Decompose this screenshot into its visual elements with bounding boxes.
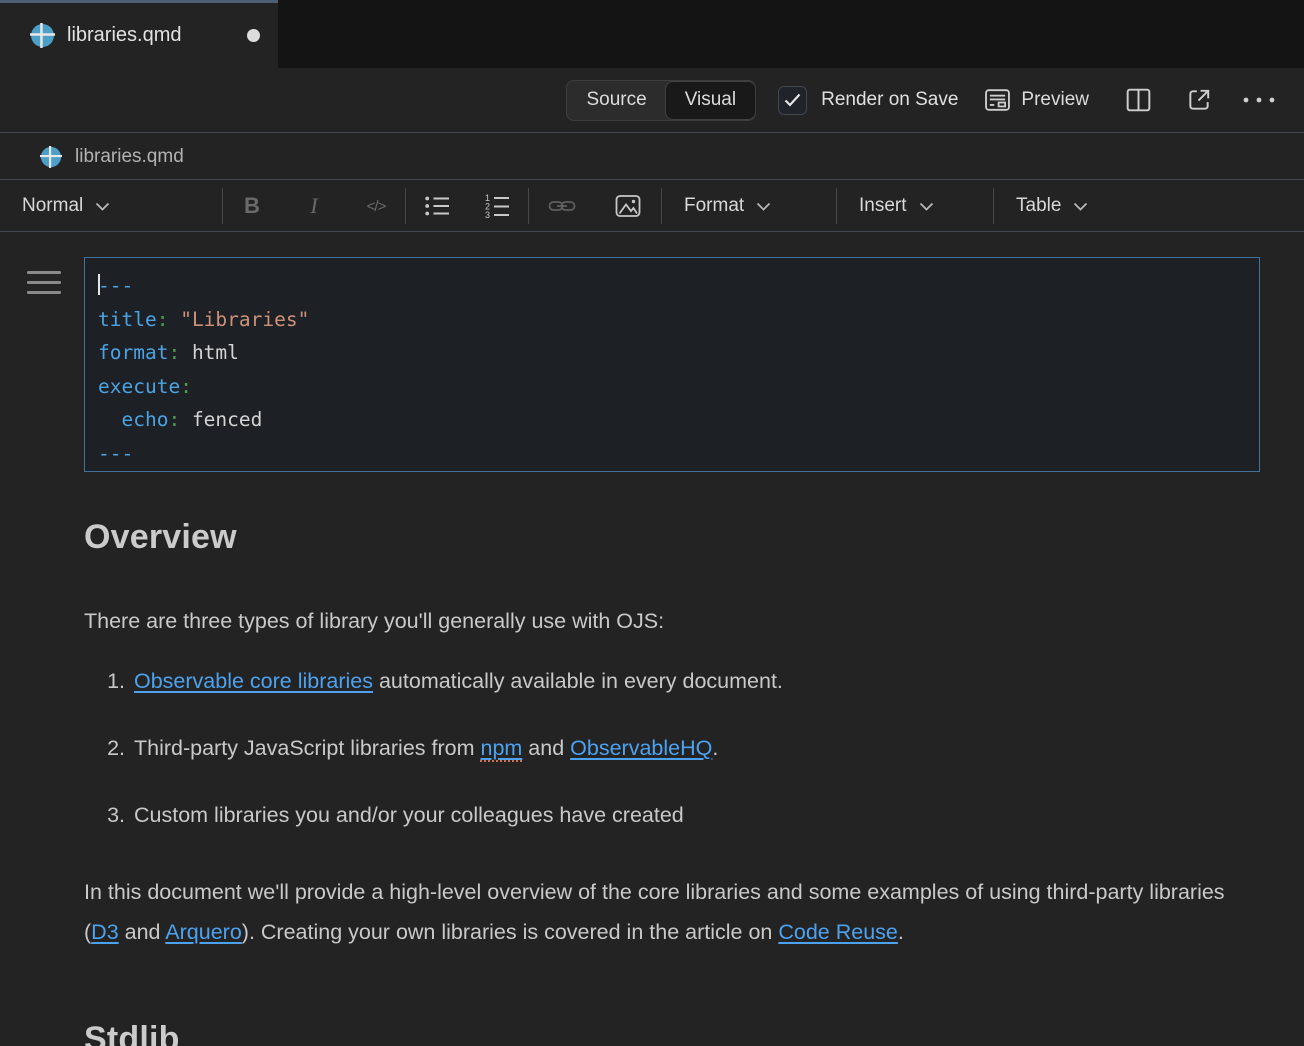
breadcrumb: libraries.qmd (0, 134, 1304, 180)
yaml-line: title: "Libraries" (98, 303, 1259, 337)
text-segment: . (898, 920, 904, 944)
ellipsis-icon (1242, 95, 1276, 105)
text-segment: Custom libraries you and/or your colleag… (134, 803, 684, 827)
yaml-line: --- (98, 437, 1259, 471)
bold-button[interactable]: B (237, 191, 267, 221)
link-button[interactable] (547, 191, 577, 221)
list-number: 3. (99, 803, 125, 828)
inline-code-button[interactable]: </> (361, 191, 391, 221)
inline-link[interactable]: Arquero (165, 920, 242, 944)
list-item-text: Third-party JavaScript libraries from np… (134, 736, 718, 761)
mode-toggle: Source Visual (566, 80, 756, 121)
heading-stdlib: Stdlib (84, 1020, 180, 1046)
open-external-icon (1186, 87, 1212, 113)
preview-label: Preview (1021, 89, 1089, 111)
insert-menu-label: Insert (859, 195, 907, 217)
formatting-toolbar: Normal B I </> 1 (0, 181, 1304, 232)
text-segment: and (119, 920, 166, 944)
checkmark-icon (784, 93, 801, 107)
split-editor-button[interactable] (1125, 87, 1152, 113)
text-segment: . (712, 736, 718, 760)
intro-paragraph: There are three types of library you'll … (84, 601, 1264, 641)
numbered-list-button[interactable]: 1 2 3 (482, 191, 512, 221)
quarto-icon (40, 146, 62, 168)
list-item: 3. Custom libraries you and/or your colle… (99, 803, 684, 828)
editor-toolbar: Source Visual Render on Save (0, 68, 1304, 133)
open-external-button[interactable] (1186, 87, 1212, 113)
tab-libraries-qmd[interactable]: libraries.qmd (0, 0, 278, 68)
list-item-text: Observable core libraries automatically … (134, 669, 783, 694)
list-number: 2. (99, 736, 125, 761)
inline-link[interactable]: D3 (91, 920, 118, 944)
paragraph-style-dropdown[interactable]: Normal (22, 195, 222, 217)
inline-link[interactable]: npm (480, 736, 522, 762)
paragraph-style-value: Normal (22, 195, 83, 217)
preview-icon (984, 88, 1011, 112)
yaml-line: echo: fenced (98, 403, 1259, 437)
editor-window: libraries.qmd Source Visual Render on Sa… (0, 0, 1304, 1046)
breadcrumb-file[interactable]: libraries.qmd (75, 146, 184, 168)
image-button[interactable] (613, 191, 643, 221)
closing-paragraph: In this document we'll provide a high-le… (84, 872, 1234, 952)
bullet-list-icon (424, 194, 451, 218)
chevron-down-icon (919, 202, 934, 211)
format-menu-label: Format (684, 195, 744, 217)
chevron-down-icon (756, 202, 771, 211)
list-item-text: Custom libraries you and/or your colleag… (134, 803, 684, 828)
link-icon (548, 194, 576, 218)
inline-link[interactable]: Observable core libraries (134, 669, 373, 693)
table-menu[interactable]: Table (994, 195, 1110, 217)
block-drag-handle-icon[interactable] (27, 271, 61, 301)
format-menu[interactable]: Format (662, 195, 836, 217)
tab-bar: libraries.qmd (0, 0, 1304, 68)
italic-button[interactable]: I (299, 191, 329, 221)
image-icon (615, 194, 641, 218)
quarto-icon (30, 23, 55, 48)
numbered-list-icon: 1 2 3 (484, 193, 511, 219)
text-segment: automatically available in every documen… (373, 669, 783, 693)
split-editor-icon (1125, 87, 1152, 113)
yaml-line: execute: (98, 370, 1259, 404)
yaml-line: --- (98, 269, 1259, 303)
inline-link[interactable]: Code Reuse (778, 920, 898, 944)
table-menu-label: Table (1016, 195, 1061, 217)
yaml-front-matter-block[interactable]: ---title: "Libraries"format: htmlexecute… (84, 257, 1260, 472)
visual-mode-button[interactable]: Visual (665, 81, 756, 120)
chevron-down-icon (95, 202, 110, 211)
insert-menu[interactable]: Insert (837, 195, 993, 217)
inline-link[interactable]: ObservableHQ (570, 736, 712, 760)
list-number: 1. (99, 669, 125, 694)
bullet-list-button[interactable] (422, 191, 452, 221)
render-on-save-checkbox[interactable] (778, 86, 807, 115)
text-segment: ). Creating your own libraries is covere… (242, 920, 779, 944)
svg-text:3: 3 (485, 210, 490, 219)
list-item: 1. Observable core libraries automaticall… (99, 669, 783, 694)
more-actions-button[interactable] (1242, 95, 1276, 105)
text-segment: and (522, 736, 570, 760)
heading-overview: Overview (84, 518, 237, 557)
render-on-save-label: Render on Save (821, 89, 958, 111)
modified-indicator-icon[interactable] (247, 29, 260, 42)
preview-button[interactable]: Preview (984, 88, 1089, 112)
tab-title: libraries.qmd (67, 24, 181, 47)
chevron-down-icon (1073, 202, 1088, 211)
source-mode-button[interactable]: Source (567, 81, 665, 120)
yaml-line: format: html (98, 336, 1259, 370)
text-segment: Third-party JavaScript libraries from (134, 736, 480, 760)
list-item: 2. Third-party JavaScript libraries from … (99, 736, 718, 761)
